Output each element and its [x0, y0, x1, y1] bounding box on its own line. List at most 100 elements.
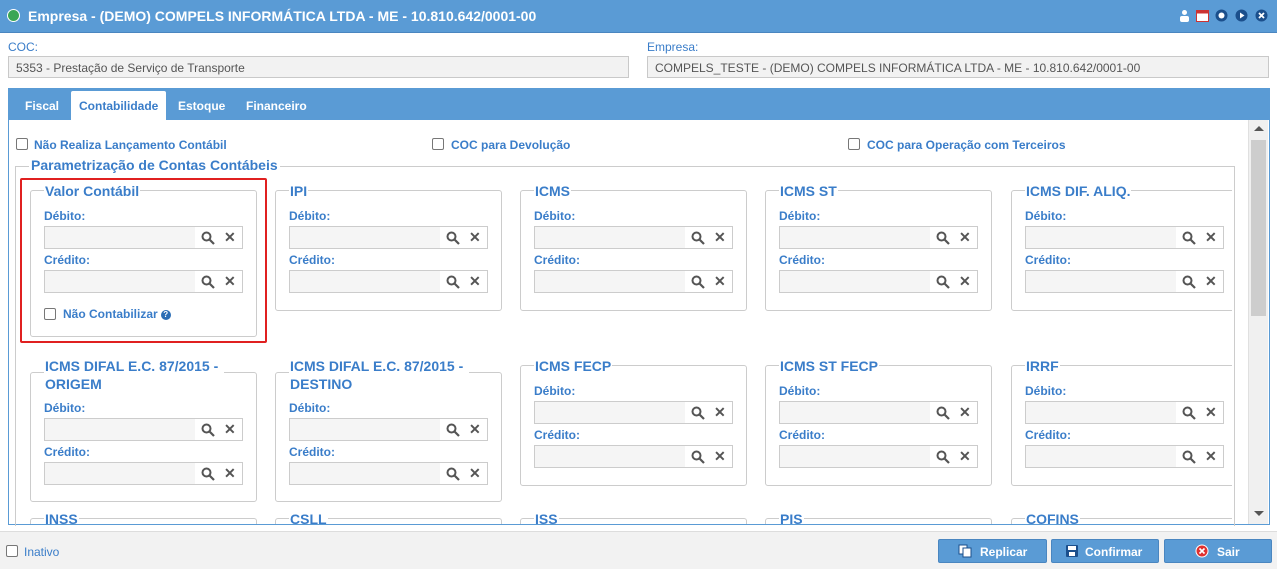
tab-fiscal[interactable]: Fiscal: [17, 91, 67, 120]
card-icms-dif-aliq: ICMS DIF. ALIQ. Débito: ✕ Crédito: ✕: [1011, 182, 1232, 311]
replicar-button[interactable]: Replicar: [938, 539, 1047, 563]
calendar-icon[interactable]: [1196, 9, 1209, 22]
debito-lookup: ✕: [289, 418, 488, 441]
search-icon[interactable]: [936, 231, 950, 245]
credito-input[interactable]: [290, 271, 440, 292]
credito-input[interactable]: [1026, 271, 1176, 292]
debito-input[interactable]: [290, 419, 440, 440]
coc-terceiros-checkbox[interactable]: [848, 138, 860, 150]
clear-icon[interactable]: ✕: [469, 421, 481, 437]
search-icon[interactable]: [691, 406, 705, 420]
clear-icon[interactable]: ✕: [469, 229, 481, 245]
search-icon[interactable]: [1182, 450, 1196, 464]
credito-lookup: ✕: [44, 462, 243, 485]
circle-icon[interactable]: [1215, 9, 1228, 22]
credito-input[interactable]: [780, 271, 930, 292]
search-icon[interactable]: [936, 275, 950, 289]
search-icon[interactable]: [691, 275, 705, 289]
credito-input[interactable]: [45, 463, 195, 484]
clear-icon[interactable]: ✕: [1205, 273, 1217, 289]
credito-input[interactable]: [290, 463, 440, 484]
credito-input[interactable]: [1026, 446, 1176, 467]
credito-label: Crédito:: [534, 428, 580, 442]
search-icon[interactable]: [446, 275, 460, 289]
credito-label: Crédito:: [1025, 253, 1071, 267]
clear-icon[interactable]: ✕: [1205, 448, 1217, 464]
debito-label: Débito:: [534, 209, 576, 223]
copy-icon: [958, 544, 972, 558]
play-icon[interactable]: [1235, 9, 1248, 22]
debito-input[interactable]: [290, 227, 440, 248]
card-title: IRRF: [1025, 357, 1060, 375]
tab-estoque[interactable]: Estoque: [170, 91, 233, 120]
search-icon[interactable]: [446, 467, 460, 481]
debito-label: Débito:: [534, 384, 576, 398]
coc-terceiros-label: COC para Operação com Terceiros: [867, 138, 1066, 152]
credito-label: Crédito:: [1025, 428, 1071, 442]
credito-lookup: ✕: [779, 270, 978, 293]
scroll-thumb[interactable]: [1251, 140, 1266, 316]
debito-input[interactable]: [780, 402, 930, 423]
debito-input[interactable]: [1026, 227, 1176, 248]
debito-input[interactable]: [535, 402, 685, 423]
credito-input[interactable]: [535, 446, 685, 467]
inativo-checkbox[interactable]: [6, 545, 18, 557]
debito-input[interactable]: [45, 419, 195, 440]
debito-input[interactable]: [1026, 402, 1176, 423]
debito-label: Débito:: [1025, 209, 1067, 223]
search-icon[interactable]: [201, 467, 215, 481]
search-icon[interactable]: [1182, 406, 1196, 420]
card-title: ICMS ST FECP: [779, 357, 880, 375]
search-icon[interactable]: [1182, 275, 1196, 289]
tab-strip: Fiscal Contabilidade Estoque Financeiro: [9, 89, 1269, 120]
clear-icon[interactable]: ✕: [959, 229, 971, 245]
clear-icon[interactable]: ✕: [1205, 229, 1217, 245]
person-icon[interactable]: [1178, 9, 1191, 22]
credito-lookup: ✕: [289, 462, 488, 485]
credito-lookup: ✕: [534, 445, 733, 468]
coc-devolucao-checkbox[interactable]: [432, 138, 444, 150]
card-title: ICMS DIF. ALIQ.: [1025, 182, 1132, 200]
clear-icon[interactable]: ✕: [714, 404, 726, 420]
inativo-label: Inativo: [24, 545, 60, 559]
credito-lookup: ✕: [1025, 445, 1224, 468]
credito-input[interactable]: [780, 446, 930, 467]
close-icon[interactable]: [1255, 9, 1268, 22]
nao-realiza-checkbox[interactable]: [16, 138, 28, 150]
clear-icon[interactable]: ✕: [469, 465, 481, 481]
search-icon[interactable]: [691, 231, 705, 245]
confirmar-button[interactable]: Confirmar: [1051, 539, 1159, 563]
tab-contabilidade[interactable]: Contabilidade: [71, 91, 166, 120]
debito-input[interactable]: [535, 227, 685, 248]
search-icon[interactable]: [446, 231, 460, 245]
search-icon[interactable]: [1182, 231, 1196, 245]
scroll-up-icon[interactable]: [1254, 126, 1264, 131]
tab-financeiro[interactable]: Financeiro: [238, 91, 315, 120]
card-title: ICMS DIFAL E.C. 87/2015 - ORIGEM: [44, 357, 224, 393]
sair-button[interactable]: Sair: [1164, 539, 1272, 563]
clear-icon[interactable]: ✕: [714, 448, 726, 464]
empresa-field: COMPELS_TESTE - (DEMO) COMPELS INFORMÁTI…: [647, 56, 1269, 78]
search-icon[interactable]: [201, 423, 215, 437]
clear-icon[interactable]: ✕: [714, 273, 726, 289]
debito-lookup: ✕: [534, 226, 733, 249]
search-icon[interactable]: [936, 406, 950, 420]
credito-input[interactable]: [535, 271, 685, 292]
clear-icon[interactable]: ✕: [959, 404, 971, 420]
vertical-scrollbar[interactable]: [1248, 120, 1268, 524]
credito-label: Crédito:: [44, 445, 90, 459]
card-title: ISS: [534, 510, 559, 524]
clear-icon[interactable]: ✕: [714, 229, 726, 245]
search-icon[interactable]: [446, 423, 460, 437]
clear-icon[interactable]: ✕: [959, 273, 971, 289]
search-icon[interactable]: [691, 450, 705, 464]
card-title: ICMS FECP: [534, 357, 613, 375]
clear-icon[interactable]: ✕: [959, 448, 971, 464]
debito-input[interactable]: [780, 227, 930, 248]
clear-icon[interactable]: ✕: [469, 273, 481, 289]
search-icon[interactable]: [936, 450, 950, 464]
scroll-down-icon[interactable]: [1254, 511, 1264, 516]
clear-icon[interactable]: ✕: [1205, 404, 1217, 420]
clear-icon[interactable]: ✕: [224, 421, 236, 437]
clear-icon[interactable]: ✕: [224, 465, 236, 481]
